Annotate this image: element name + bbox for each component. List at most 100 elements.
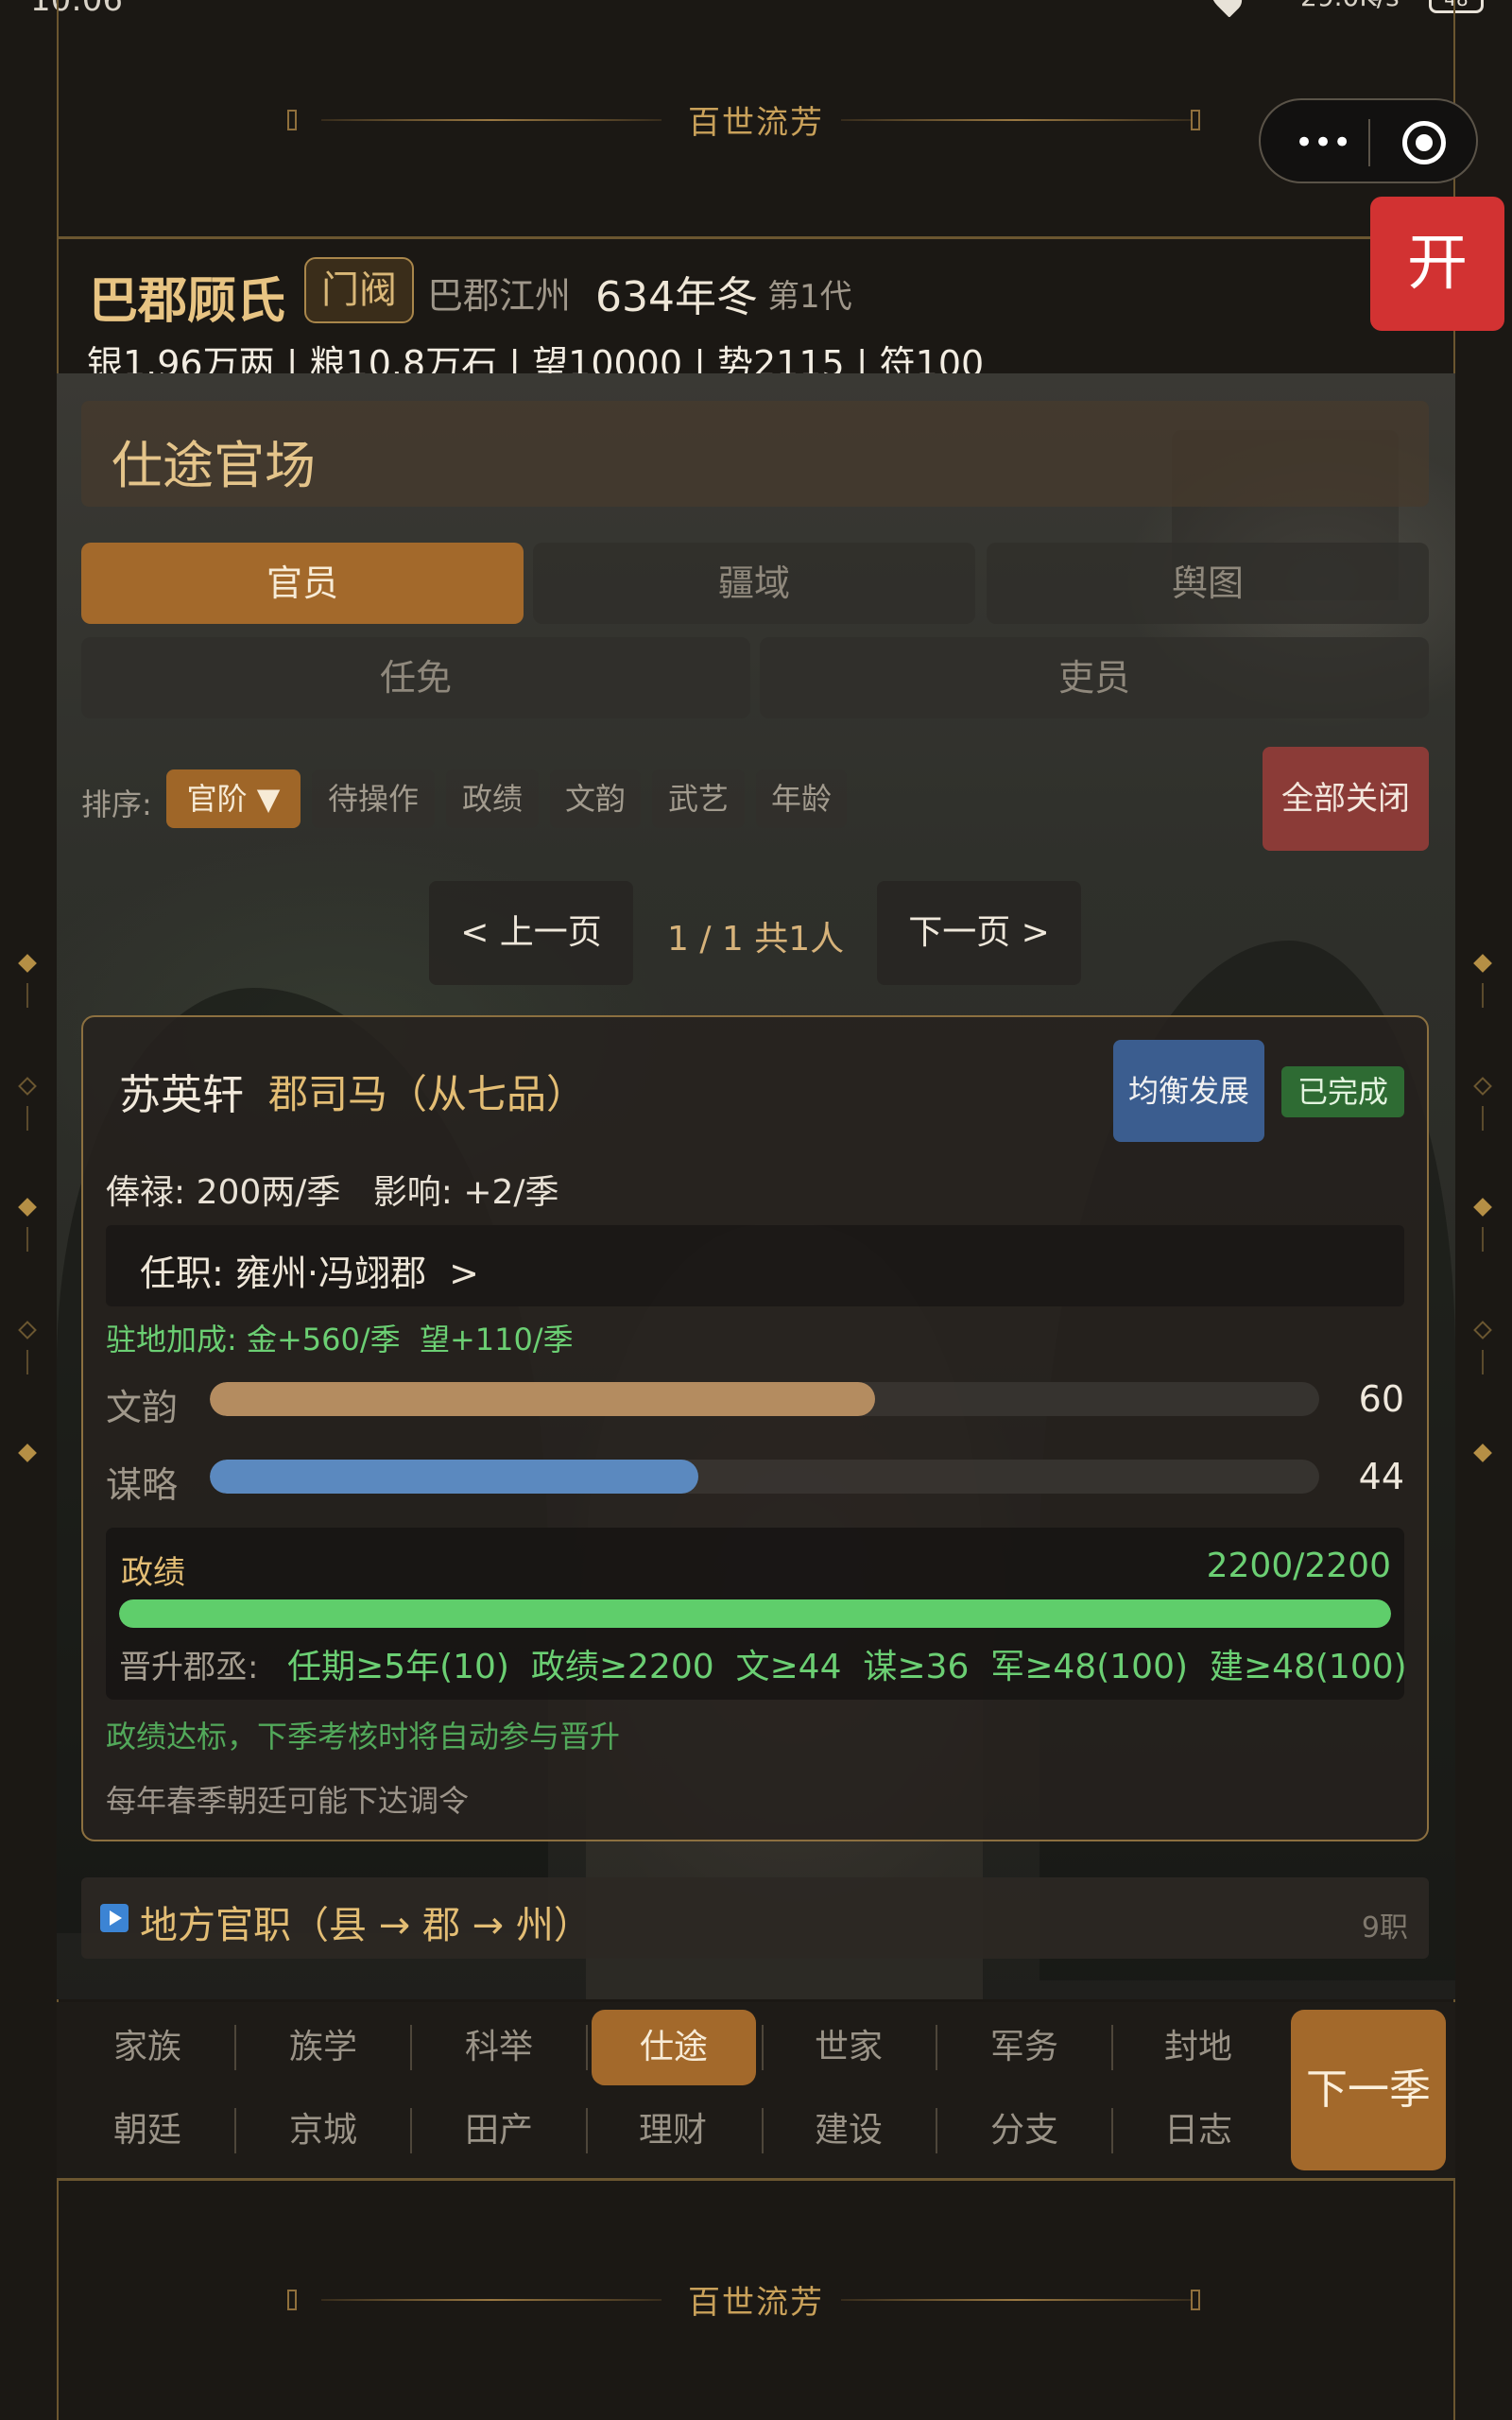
prev-page-button[interactable]: < 上一页 [429,881,633,985]
nav-exam[interactable]: 科举 [414,2010,584,2085]
merit-label: 政绩 [121,1554,185,1592]
sort-merit[interactable]: 政绩 [446,769,539,828]
mini-program-capsule: ••• [1259,98,1478,183]
tab-appointment[interactable]: 任免 [81,637,750,718]
nav-divider [586,2025,588,2070]
nav-clans[interactable]: 世家 [764,2010,934,2085]
more-dots-icon[interactable]: ••• [1295,127,1351,159]
local-offices-count: 9职 [1361,1911,1408,1945]
nav-finance[interactable]: 理财 [588,2093,758,2169]
office-row[interactable]: 任职: 雍州·冯翊郡 > [106,1225,1404,1306]
side-ornament [26,1227,28,1252]
next-season-button[interactable]: 下一季 [1291,2010,1446,2170]
family-rank-badge: 门阀 [304,257,414,323]
page-info: 1 / 1 共1人 [667,920,845,959]
nav-family[interactable]: 家族 [62,2010,232,2085]
section-title-bar: 仕途官场 [81,401,1429,507]
status-badge: 已完成 [1281,1066,1404,1117]
sort-label: 排序: [81,786,152,822]
nav-branch[interactable]: 分支 [939,2093,1109,2169]
garrison-bonus: 驻地加成: 金+560/季 望+110/季 [106,1322,574,1357]
footer-divider [57,2178,1455,2181]
nav-divider [410,2108,412,2153]
nav-school[interactable]: 族学 [238,2010,408,2085]
nav-military[interactable]: 军务 [939,2010,1109,2085]
deco-rule-right [841,2299,1191,2301]
nav-divider [234,2108,236,2153]
next-page-button[interactable]: 下一页 > [877,881,1081,985]
sort-age[interactable]: 年龄 [756,769,847,828]
side-ornament [1482,983,1484,1008]
status-time: 10:06 [30,0,123,17]
focus-badge[interactable]: 均衡发展 [1113,1040,1264,1142]
sort-martial[interactable]: 武艺 [652,769,745,828]
official-name: 苏英轩 [119,1071,244,1119]
side-ornament [1473,1198,1492,1217]
official-title: 郡司马（从七品） [268,1071,587,1117]
game-year: 634年冬 [595,273,758,321]
nav-divider [936,2025,937,2070]
target-icon[interactable] [1402,121,1446,164]
side-ornament [1473,1321,1492,1340]
side-ornament [18,954,37,973]
footer-title: 百世流芳 [688,2284,824,2322]
tab-map[interactable]: 舆图 [987,543,1429,624]
merit-fill [119,1599,1391,1628]
office-location: 任职: 雍州·冯翊郡 > [140,1253,479,1294]
side-ornament [26,1350,28,1374]
generation: 第1代 [767,278,852,316]
sort-pending[interactable]: 待操作 [312,769,435,828]
deco-end-right [1191,2290,1200,2310]
side-ornament [1473,1077,1492,1096]
nav-land[interactable]: 田产 [414,2093,584,2169]
deco-end-right [1191,110,1200,130]
yearly-note: 每年春季朝廷可能下达调令 [106,1783,470,1819]
tab-clerks[interactable]: 吏员 [760,637,1429,718]
nav-log[interactable]: 日志 [1113,2093,1283,2169]
side-ornament [18,1321,37,1340]
side-ornament [1482,1106,1484,1131]
nav-fief[interactable]: 封地 [1113,2010,1283,2085]
side-ornament [1473,954,1492,973]
battery-icon: 48 [1429,0,1484,13]
play-icon [100,1904,129,1932]
nav-divider [234,2025,236,2070]
open-button[interactable]: 开 [1370,197,1504,331]
family-name: 巴郡顾氏 [89,273,286,330]
side-ornament [18,1443,37,1462]
status-bar: 10:06 29.0K/s 48 [0,0,1512,17]
side-ornament [26,983,28,1008]
sort-rank[interactable]: 官阶 ▼ [166,769,301,828]
nav-court[interactable]: 朝廷 [62,2093,232,2169]
side-ornament [18,1077,37,1096]
sort-literary[interactable]: 文韵 [550,769,641,828]
location-icon [1205,0,1248,17]
nav-divider [410,2025,412,2070]
promotion-label: 晋升郡丞: [119,1649,259,1686]
side-ornament [1482,1227,1484,1252]
tab-officials[interactable]: 官员 [81,543,524,624]
stat-bar-strategy [210,1460,1319,1494]
stat-fill-literary [210,1382,876,1416]
salary-line: 俸禄: 200两/季 影响: +2/季 [106,1173,559,1212]
section-title: 仕途官场 [112,436,316,495]
stat-label-literary: 文韵 [106,1387,179,1428]
nav-capital[interactable]: 京城 [238,2093,408,2169]
stat-label-strategy: 谋略 [106,1464,179,1506]
promotion-requirements: 任期≥5年(10) 政绩≥2200 文≥44 谋≥36 军≥48(100) 建≥… [287,1648,1407,1686]
nav-construction[interactable]: 建设 [764,2093,934,2169]
stat-bar-literary [210,1382,1319,1416]
tab-territory[interactable]: 疆域 [533,543,975,624]
family-place: 巴郡江州 [427,275,572,317]
deco-rule-right [841,119,1191,121]
stat-value-strategy: 44 [1358,1456,1404,1497]
nav-career[interactable]: 仕途 [592,2010,756,2085]
stat-fill-strategy [210,1460,698,1494]
nav-divider [936,2108,937,2153]
side-ornament [1482,1350,1484,1374]
capsule-divider [1368,119,1370,166]
merit-bar [119,1599,1391,1628]
header-divider [57,236,1455,239]
local-offices-label: 地方官职（县 → 郡 → 州） [140,1904,592,1947]
close-all-button[interactable]: 全部关闭 [1263,747,1429,851]
